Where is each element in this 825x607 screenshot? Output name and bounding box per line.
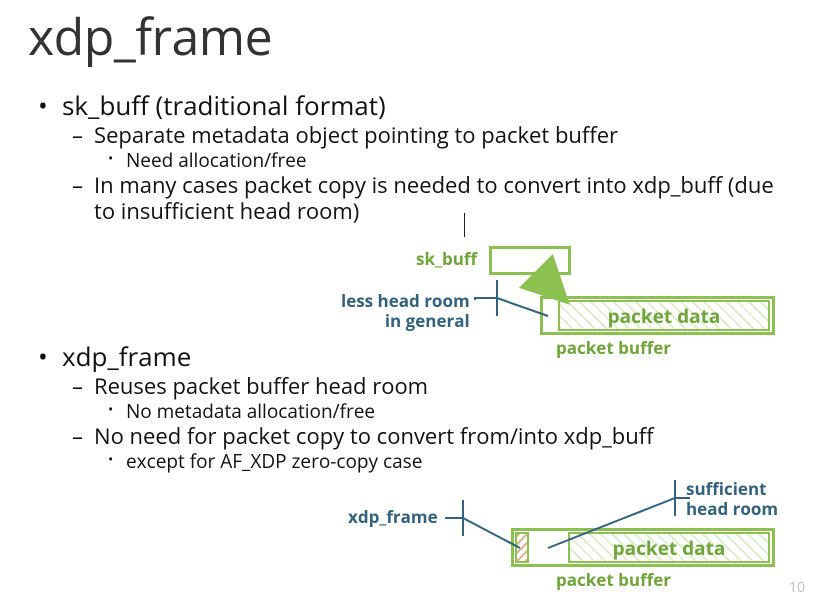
label-sufficient-headroom: sufficient head room bbox=[686, 479, 778, 518]
label-xdpframe: xdp_frame bbox=[348, 507, 438, 527]
bullet-skbuff-sub1a: Need allocation/free bbox=[108, 149, 798, 171]
label-packet-buffer-bottom: packet buffer bbox=[556, 570, 671, 590]
bullet-xdpframe-sub1: Reuses packet buffer head room bbox=[72, 374, 798, 400]
bullet-xdpframe-sub1a: No metadata allocation/free bbox=[108, 400, 798, 422]
page-number: 10 bbox=[789, 578, 805, 597]
label-packet-data-top: packet data bbox=[608, 303, 721, 329]
page-title: xdp_frame bbox=[28, 2, 272, 70]
bullet-xdpframe-sub2: No need for packet copy to convert from/… bbox=[72, 424, 798, 450]
bullet-skbuff-sub1: Separate metadata object pointing to pac… bbox=[72, 123, 798, 149]
bullet-xdpframe-sub2a: except for AF_XDP zero-copy case bbox=[108, 450, 798, 472]
label-skbuff: sk_buff bbox=[416, 249, 477, 269]
label-packet-data-bottom: packet data bbox=[613, 535, 726, 561]
label-packet-buffer-top: packet buffer bbox=[556, 338, 671, 358]
text-cursor bbox=[464, 213, 465, 237]
slide: xdp_frame sk_buff (traditional format) S… bbox=[0, 0, 825, 607]
box-packet-data-top: packet data bbox=[558, 300, 770, 331]
box-xdpframe-region bbox=[515, 532, 529, 563]
body-text: sk_buff (traditional format) Separate me… bbox=[38, 90, 798, 472]
bullet-skbuff-sub2: In many cases packet copy is needed to c… bbox=[72, 173, 798, 225]
bullet-skbuff: sk_buff (traditional format) bbox=[38, 90, 798, 121]
box-skbuff bbox=[489, 246, 571, 275]
bullet-xdpframe: xdp_frame bbox=[38, 341, 798, 372]
box-packet-data-bottom: packet data bbox=[568, 532, 770, 563]
label-less-headroom: less head room in general bbox=[341, 291, 470, 330]
